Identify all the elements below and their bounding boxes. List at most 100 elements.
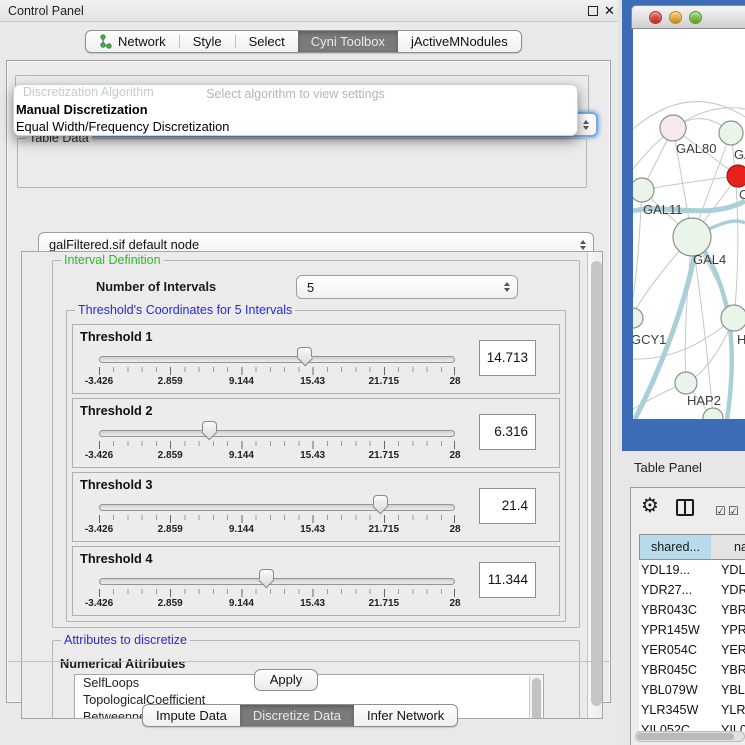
algorithm-prompt-option: Select algorithm to view settings [14, 87, 577, 101]
node[interactable] [721, 305, 745, 331]
tick-label: 15.43 [300, 598, 325, 609]
tab-jactivemnodules[interactable]: jActiveMNodules [398, 31, 521, 52]
node-label: GAL4 [693, 252, 726, 267]
table-row[interactable]: YBL079WYBL0 [639, 680, 745, 700]
cell-name: YBR0 [721, 600, 745, 620]
node-gcy1[interactable] [633, 308, 643, 328]
threshold-4-value-field[interactable]: 11.344 [479, 562, 536, 598]
apply-button[interactable]: Apply [254, 669, 318, 691]
tab-infer-network[interactable]: Infer Network [354, 705, 457, 726]
tick-label: -3.426 [85, 598, 113, 609]
gear-icon[interactable]: ⚙ [641, 496, 659, 516]
tick-label: 28 [449, 450, 460, 461]
slider-tick-labels: -3.4262.8599.14415.4321.71528 [99, 376, 455, 389]
tick-label: 28 [449, 598, 460, 609]
network-view-frame: GAL80GACGAL11GAL4GCY1HHAP2 [622, 0, 745, 451]
tab-select[interactable]: Select [236, 31, 298, 52]
tick-label: 2.859 [158, 598, 183, 609]
threshold-3-slider-track[interactable] [99, 504, 455, 511]
number-of-intervals-value: 5 [307, 276, 314, 300]
tab-impute-data-label: Impute Data [156, 708, 227, 723]
node-label: GA [734, 147, 745, 162]
slider-tick-labels: -3.4262.8599.14415.4321.71528 [99, 524, 455, 537]
combo-stepper-icon [583, 114, 589, 135]
threshold-3-panel: Threshold 3 -3.4262.8599.14415.4321.7152… [72, 472, 560, 542]
option-manual-discretization[interactable]: Manual Discretization [16, 102, 148, 117]
node-gal4[interactable] [673, 218, 711, 256]
node-selected-red[interactable] [727, 165, 745, 187]
table-row[interactable]: YDR27...YDR2 [639, 580, 745, 600]
slider-major-ticks [99, 367, 455, 375]
split-columns-icon[interactable] [676, 499, 694, 516]
tick-label: 15.43 [300, 376, 325, 387]
tab-impute-data[interactable]: Impute Data [143, 705, 240, 726]
network-window-titlebar[interactable] [631, 5, 745, 29]
top-tab-bar: Network Style Select Cyni Toolbox jActiv… [85, 30, 522, 53]
close-icon[interactable]: ✕ [604, 3, 615, 19]
network-canvas[interactable]: GAL80GACGAL11GAL4GCY1HHAP2 [633, 29, 745, 419]
threshold-4-slider-thumb[interactable] [259, 569, 274, 580]
table-row[interactable]: YPR145WYPR1 [639, 620, 745, 640]
cell-shared-name: YPR145W [641, 620, 700, 640]
node-hap2[interactable] [675, 372, 697, 394]
list-scrollbar[interactable] [529, 676, 542, 719]
tab-jactivemnodules-label: jActiveMNodules [411, 34, 508, 49]
node-gal11[interactable] [633, 178, 654, 202]
numerical-attributes-label: Numerical Attributes [60, 656, 185, 671]
tab-infer-network-label: Infer Network [367, 708, 444, 723]
column-header-name[interactable]: na [711, 534, 745, 560]
column-header-name-label: na [734, 535, 745, 559]
threshold-3-slider-thumb[interactable] [373, 495, 388, 506]
node-label: GAL11 [643, 202, 683, 217]
threshold-3-value-field[interactable]: 21.4 [479, 488, 536, 524]
threshold-1-label: Threshold 1 [80, 329, 153, 344]
table-row[interactable]: YLR345WYLR3 [639, 700, 745, 720]
threshold-1-slider-thumb[interactable] [297, 347, 312, 358]
close-traffic-light-icon[interactable] [649, 11, 662, 24]
cell-shared-name: YLR345W [641, 700, 698, 720]
option-equal-width-frequency[interactable]: Equal Width/Frequency Discretization [16, 119, 229, 134]
float-window-icon[interactable] [588, 6, 598, 16]
minimize-traffic-light-icon[interactable] [669, 11, 682, 24]
number-of-intervals-combobox[interactable]: 5 [296, 275, 518, 299]
column-header-shared-name[interactable]: shared... [639, 534, 712, 560]
tick-label: -3.426 [85, 376, 113, 387]
scrollbar-thumb[interactable] [591, 261, 602, 706]
table-row[interactable]: YBR043CYBR0 [639, 600, 745, 620]
cell-name: YDL1 [721, 560, 745, 580]
cell-shared-name: YBL079W [641, 680, 698, 700]
threshold-2-slider-track[interactable] [99, 430, 455, 437]
table-row[interactable]: YDL19...YDL1 [639, 560, 745, 580]
tab-cyni-toolbox[interactable]: Cyni Toolbox [298, 31, 398, 52]
node-gal80[interactable] [660, 115, 686, 141]
combo-stepper-icon [504, 276, 510, 298]
tick-label: 9.144 [229, 376, 254, 387]
table-panel-title: Table Panel [634, 460, 702, 475]
checkbox-icon[interactable]: ☑ [715, 504, 726, 518]
node[interactable] [719, 121, 743, 145]
tab-style[interactable]: Style [180, 31, 235, 52]
tab-network[interactable]: Network [86, 31, 179, 52]
tab-discretize-data[interactable]: Discretize Data [240, 705, 354, 726]
threshold-2-slider-thumb[interactable] [202, 421, 217, 432]
table-row[interactable]: YIL052CYIL0 [639, 720, 745, 731]
horizontal-scrollbar[interactable] [635, 731, 745, 742]
control-panel-titlebar: Control Panel ✕ [0, 0, 618, 22]
threshold-2-value-field[interactable]: 6.316 [479, 414, 536, 450]
vertical-scrollbar[interactable] [587, 252, 603, 719]
threshold-1-value-field[interactable]: 14.713 [479, 340, 536, 376]
threshold-4-slider-track[interactable] [99, 578, 455, 585]
thresholds-group-title: Threshold's Coordinates for 5 Intervals [75, 303, 295, 317]
settings-scrollpane: Interval Definition Number of Intervals … [21, 251, 603, 719]
threshold-4-panel: Threshold 4 -3.4262.8599.14415.4321.7152… [72, 546, 560, 616]
table-data-group: Table Data galFiltered.sif default node [17, 138, 587, 188]
cell-shared-name: YER054C [641, 640, 697, 660]
table-row[interactable]: YBR045CYBR0 [639, 660, 745, 680]
scrollbar-thumb[interactable] [637, 733, 734, 740]
table-row[interactable]: YER054CYER0 [639, 640, 745, 660]
node-label: GAL80 [676, 141, 716, 156]
zoom-traffic-light-icon[interactable] [689, 11, 702, 24]
tick-label: 15.43 [300, 450, 325, 461]
threshold-1-slider-track[interactable] [99, 356, 455, 363]
checkbox-icon[interactable]: ☑ [728, 504, 739, 518]
